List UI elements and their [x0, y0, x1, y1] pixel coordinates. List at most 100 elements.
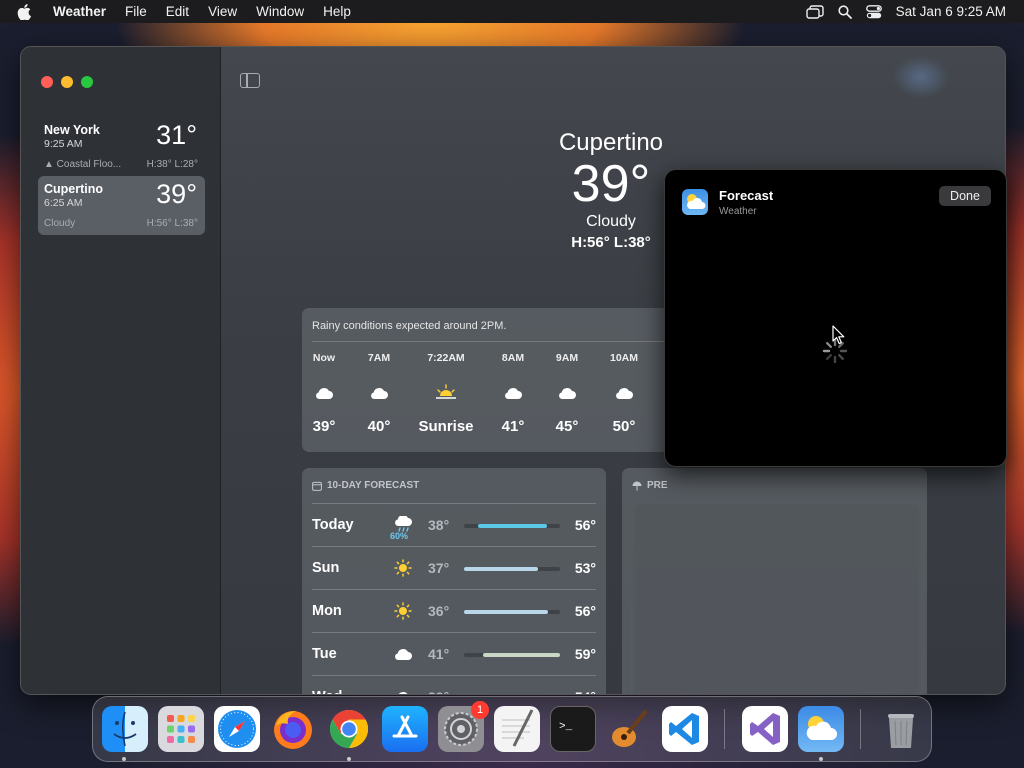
svg-text:>_: >_: [559, 721, 573, 733]
close-button[interactable]: [41, 76, 53, 88]
apple-menu-icon[interactable]: [17, 3, 37, 20]
umbrella-icon: [632, 481, 642, 490]
dock-garageband-icon[interactable]: [606, 706, 652, 752]
dock-finder-icon[interactable]: [102, 706, 148, 752]
popover-title: Forecast: [719, 188, 774, 203]
forecast-high: 54°: [575, 689, 596, 694]
dock-weather-icon[interactable]: [798, 706, 844, 752]
dock-chrome-icon[interactable]: [326, 706, 372, 752]
hourly-banner: Rainy conditions expected around 2PM.: [312, 320, 507, 332]
location-city: New York: [44, 123, 100, 137]
current-city: Cupertino: [558, 129, 664, 156]
menu-window[interactable]: Window: [256, 4, 304, 19]
hourly-temp: 39°: [312, 418, 336, 435]
forecast-day-row: Sun 37° 53°: [312, 546, 596, 589]
sun-icon: [392, 556, 414, 580]
forecast-low: 38°: [428, 517, 450, 533]
zoom-button[interactable]: [81, 76, 93, 88]
temp-range-bar: [464, 567, 560, 571]
running-indicator: [819, 757, 823, 761]
hourly-item: 10AM 50°: [594, 352, 654, 435]
hourly-time: 10AM: [609, 352, 638, 364]
sidebar-toggle-icon[interactable]: [240, 73, 260, 88]
sun-icon: [392, 599, 414, 623]
forecast-widget-popover: Forecast Weather Done: [664, 169, 1007, 467]
location-condition: ▲ Coastal Floo...: [44, 159, 122, 170]
cloud-icon: [349, 380, 409, 406]
temp-range-fill: [464, 610, 548, 614]
popover-subtitle: Weather: [719, 206, 757, 217]
cloud-icon: [392, 685, 414, 694]
menu-app-name[interactable]: Weather: [53, 4, 106, 19]
menu-bar: Weather File Edit View Window Help Sat J…: [0, 0, 1024, 23]
forecast-day: Today: [312, 517, 354, 533]
dock-firefox-icon[interactable]: [270, 706, 316, 752]
dock-textedit-icon[interactable]: [494, 706, 540, 752]
hourly-temp: 41°: [501, 418, 525, 435]
current-temp: 39°: [571, 155, 651, 213]
dock-app-store-icon[interactable]: [382, 706, 428, 752]
running-indicator: [347, 757, 351, 761]
menu-help[interactable]: Help: [323, 4, 351, 19]
divider: [312, 341, 682, 342]
current-conditions: Cupertino 39° Cloudy H:56° L:38°: [546, 129, 676, 251]
sidebar-item-cupertino[interactable]: Cupertino 6:25 AM 39° Cloudy H:56° L:38°: [38, 176, 205, 235]
forecast-day-row: Wed 39° 54°: [312, 675, 596, 694]
forecast-high: 56°: [574, 517, 596, 533]
forecast-low: 37°: [428, 560, 450, 576]
ten-day-forecast-card[interactable]: 10-DAY FORECAST Today 60% 38° 56° Sun 37° 53° M…: [302, 468, 606, 694]
precip-label: PRE: [647, 480, 668, 491]
stage-manager-icon[interactable]: [805, 4, 824, 19]
temp-range-fill: [478, 524, 547, 528]
ten-day-header: 10-DAY FORECAST: [312, 480, 419, 491]
spotlight-search-icon[interactable]: [838, 4, 852, 19]
hourly-item: 8AM 41°: [483, 352, 543, 435]
cloud-icon: [483, 380, 543, 406]
forecast-day: Tue: [312, 646, 337, 662]
ten-day-label: 10-DAY FORECAST: [327, 480, 420, 491]
hourly-forecast-card[interactable]: Rainy conditions expected around 2PM. No…: [302, 308, 682, 452]
forecast-day: Wed: [312, 689, 342, 694]
menu-edit[interactable]: Edit: [166, 4, 189, 19]
dock-system-settings-icon[interactable]: 1: [438, 701, 489, 752]
dock-vscode-icon[interactable]: [662, 706, 708, 752]
forecast-low: 41°: [428, 646, 450, 662]
dock-separator: [724, 709, 725, 749]
current-condition: Cloudy: [586, 213, 636, 230]
menu-view[interactable]: View: [208, 4, 237, 19]
hourly-time: 7:22AM: [427, 352, 465, 364]
dock-trash-icon[interactable]: [878, 706, 924, 752]
window-controls: [41, 76, 93, 88]
dock: 1 >_: [92, 696, 932, 762]
temp-range-fill: [483, 653, 560, 657]
temp-range-fill: [464, 567, 538, 571]
forecast-low: 39°: [428, 689, 449, 694]
control-center-icon[interactable]: [865, 4, 882, 19]
location-hilo: H:38° L:28°: [146, 159, 198, 170]
cloud-icon: [294, 380, 354, 406]
sunrise-icon: [416, 380, 476, 406]
location-time: 6:25 AM: [44, 197, 83, 209]
dock-launchpad-icon[interactable]: [158, 706, 204, 752]
hourly-temp: 45°: [555, 418, 579, 435]
menu-clock[interactable]: Sat Jan 6 9:25 AM: [896, 4, 1006, 19]
location-temp: 31°: [156, 120, 197, 150]
hourly-time: Now: [312, 352, 336, 364]
temp-range-bar: [464, 524, 560, 528]
forecast-low: 36°: [428, 603, 450, 619]
temp-range-bar: [464, 610, 560, 614]
location-city: Cupertino: [44, 182, 104, 196]
dock-terminal-icon[interactable]: >_: [550, 706, 596, 752]
minimize-button[interactable]: [61, 76, 73, 88]
menu-file[interactable]: File: [125, 4, 147, 19]
sidebar-item-new-york[interactable]: New York 9:25 AM 31° ▲ Coastal Floo... H…: [38, 117, 205, 176]
forecast-day-row: Today 60% 38° 56°: [312, 503, 596, 546]
precip-header: PRE: [632, 480, 668, 491]
done-button[interactable]: Done: [939, 186, 991, 206]
hourly-item: 9AM 45°: [537, 352, 597, 435]
dock-safari-icon[interactable]: [214, 706, 260, 752]
forecast-high: 53°: [574, 560, 596, 576]
dock-visual-studio-icon[interactable]: [742, 706, 788, 752]
location-condition: Cloudy: [44, 218, 76, 229]
calendar-icon: [312, 481, 322, 491]
